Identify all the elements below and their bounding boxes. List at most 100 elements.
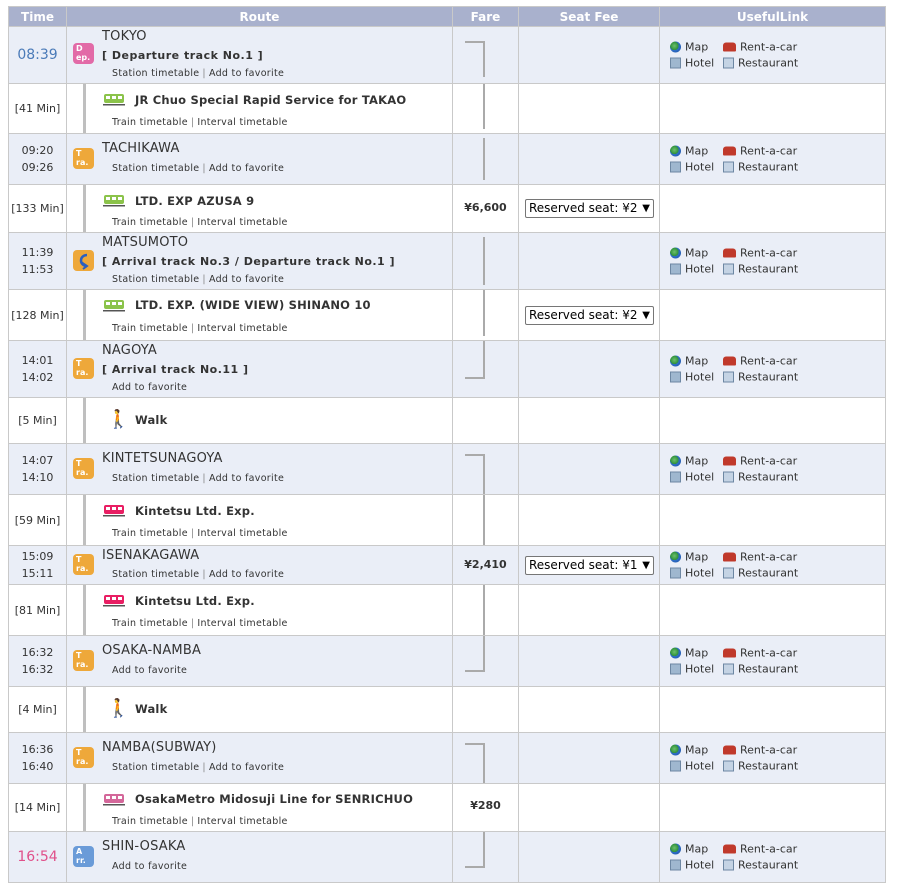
- rent-a-car-link[interactable]: Rent-a-car: [723, 145, 813, 158]
- restaurant-icon: [723, 471, 734, 483]
- rent-a-car-link[interactable]: Rent-a-car: [723, 247, 813, 260]
- fare-amount: ¥2,410: [464, 558, 507, 571]
- station-name[interactable]: SHIN-OSAKA: [102, 839, 185, 854]
- add-to-favorite-link[interactable]: Add to favorite: [209, 274, 284, 285]
- restaurant-link[interactable]: Restaurant: [723, 263, 813, 276]
- route-line: [83, 398, 86, 443]
- hotel-link[interactable]: Hotel: [670, 859, 723, 872]
- train-name[interactable]: LTD. EXP. (WIDE VIEW) SHINANO 10: [135, 298, 371, 312]
- hotel-link[interactable]: Hotel: [670, 263, 723, 276]
- map-link[interactable]: Map: [670, 843, 723, 856]
- seat-fee-select[interactable]: Reserved seat: ¥2 ▼: [525, 306, 654, 325]
- station-name[interactable]: NAGOYA: [102, 343, 157, 358]
- map-link[interactable]: Map: [670, 551, 723, 564]
- rent-a-car-link[interactable]: Rent-a-car: [723, 41, 813, 54]
- header-useful-link: UsefulLink: [659, 6, 886, 27]
- hotel-link[interactable]: Hotel: [670, 471, 723, 484]
- restaurant-link[interactable]: Restaurant: [723, 663, 813, 676]
- interval-timetable-link[interactable]: Interval timetable: [197, 117, 287, 128]
- restaurant-link[interactable]: Restaurant: [723, 567, 813, 580]
- car-icon: [723, 146, 736, 156]
- departure-badge-icon: Dep.: [73, 43, 94, 64]
- add-to-favorite-link[interactable]: Add to favorite: [112, 665, 187, 676]
- interval-timetable-link[interactable]: Interval timetable: [197, 217, 287, 228]
- segment-row: [59 Min] Kintetsu Ltd. Exp. Train timeta…: [8, 494, 886, 546]
- add-to-favorite-link[interactable]: Add to favorite: [209, 762, 284, 773]
- train-timetable-link[interactable]: Train timetable: [112, 323, 188, 334]
- restaurant-link[interactable]: Restaurant: [723, 161, 813, 174]
- map-link[interactable]: Map: [670, 41, 723, 54]
- restaurant-link[interactable]: Restaurant: [723, 57, 813, 70]
- train-timetable-link[interactable]: Train timetable: [112, 117, 188, 128]
- station-name[interactable]: MATSUMOTO: [102, 235, 188, 250]
- train-name[interactable]: Kintetsu Ltd. Exp.: [135, 504, 255, 518]
- hotel-link[interactable]: Hotel: [670, 663, 723, 676]
- add-to-favorite-link[interactable]: Add to favorite: [209, 569, 284, 580]
- restaurant-link[interactable]: Restaurant: [723, 371, 813, 384]
- train-name[interactable]: OsakaMetro Midosuji Line for SENRICHUO: [135, 792, 413, 806]
- map-link[interactable]: Map: [670, 744, 723, 757]
- station-timetable-link[interactable]: Station timetable: [112, 569, 199, 580]
- train-timetable-link[interactable]: Train timetable: [112, 816, 188, 827]
- train-timetable-link[interactable]: Train timetable: [112, 528, 188, 539]
- train-timetable-link[interactable]: Train timetable: [112, 217, 188, 228]
- hotel-link[interactable]: Hotel: [670, 371, 723, 384]
- station-name[interactable]: OSAKA-NAMBA: [102, 643, 201, 658]
- restaurant-link[interactable]: Restaurant: [723, 859, 813, 872]
- route-line: [83, 585, 86, 635]
- rent-a-car-link[interactable]: Rent-a-car: [723, 355, 813, 368]
- interval-timetable-link[interactable]: Interval timetable: [197, 323, 287, 334]
- station-name[interactable]: TOKYO: [102, 29, 147, 44]
- rent-a-car-link[interactable]: Rent-a-car: [723, 843, 813, 856]
- restaurant-icon: [723, 859, 734, 871]
- station-name[interactable]: ISENAKAGAWA: [102, 548, 199, 563]
- station-name[interactable]: NAMBA(SUBWAY): [102, 740, 217, 755]
- station-name[interactable]: TACHIKAWA: [102, 141, 180, 156]
- hotel-link[interactable]: Hotel: [670, 760, 723, 773]
- map-link[interactable]: Map: [670, 145, 723, 158]
- add-to-favorite-link[interactable]: Add to favorite: [112, 382, 187, 393]
- add-to-favorite-link[interactable]: Add to favorite: [112, 861, 187, 872]
- rent-a-car-link[interactable]: Rent-a-car: [723, 455, 813, 468]
- map-link[interactable]: Map: [670, 247, 723, 260]
- segment-duration: [59 Min]: [8, 494, 67, 546]
- interval-timetable-link[interactable]: Interval timetable: [197, 618, 287, 629]
- restaurant-icon: [723, 371, 734, 383]
- car-icon: [723, 745, 736, 755]
- interval-timetable-link[interactable]: Interval timetable: [197, 528, 287, 539]
- station-timetable-link[interactable]: Station timetable: [112, 163, 199, 174]
- station-timetable-link[interactable]: Station timetable: [112, 68, 199, 79]
- map-link[interactable]: Map: [670, 647, 723, 660]
- ltd-express-train-icon: [103, 195, 125, 207]
- hotel-link[interactable]: Hotel: [670, 567, 723, 580]
- add-to-favorite-link[interactable]: Add to favorite: [209, 473, 284, 484]
- station-timetable-link[interactable]: Station timetable: [112, 762, 199, 773]
- train-name[interactable]: JR Chuo Special Rapid Service for TAKAO: [135, 93, 406, 107]
- rent-a-car-link[interactable]: Rent-a-car: [723, 744, 813, 757]
- restaurant-link[interactable]: Restaurant: [723, 471, 813, 484]
- train-name[interactable]: LTD. EXP AZUSA 9: [135, 194, 254, 208]
- car-icon: [723, 552, 736, 562]
- globe-icon: [670, 551, 681, 563]
- train-timetable-link[interactable]: Train timetable: [112, 618, 188, 629]
- station-timetable-link[interactable]: Station timetable: [112, 473, 199, 484]
- map-link[interactable]: Map: [670, 355, 723, 368]
- seat-fee-select[interactable]: Reserved seat: ¥1 ▼: [525, 556, 654, 575]
- map-link[interactable]: Map: [670, 455, 723, 468]
- hotel-link[interactable]: Hotel: [670, 161, 723, 174]
- rent-a-car-link[interactable]: Rent-a-car: [723, 647, 813, 660]
- restaurant-link[interactable]: Restaurant: [723, 760, 813, 773]
- hotel-icon: [670, 371, 681, 383]
- route-line: [83, 84, 86, 133]
- hotel-link[interactable]: Hotel: [670, 57, 723, 70]
- globe-icon: [670, 843, 681, 855]
- station-name[interactable]: KINTETSUNAGOYA: [102, 451, 223, 466]
- seat-fee-select[interactable]: Reserved seat: ¥2 ▼: [525, 199, 654, 218]
- segment-duration: [5 Min]: [8, 397, 67, 444]
- add-to-favorite-link[interactable]: Add to favorite: [209, 68, 284, 79]
- interval-timetable-link[interactable]: Interval timetable: [197, 816, 287, 827]
- add-to-favorite-link[interactable]: Add to favorite: [209, 163, 284, 174]
- rent-a-car-link[interactable]: Rent-a-car: [723, 551, 813, 564]
- station-timetable-link[interactable]: Station timetable: [112, 274, 199, 285]
- train-name[interactable]: Kintetsu Ltd. Exp.: [135, 594, 255, 608]
